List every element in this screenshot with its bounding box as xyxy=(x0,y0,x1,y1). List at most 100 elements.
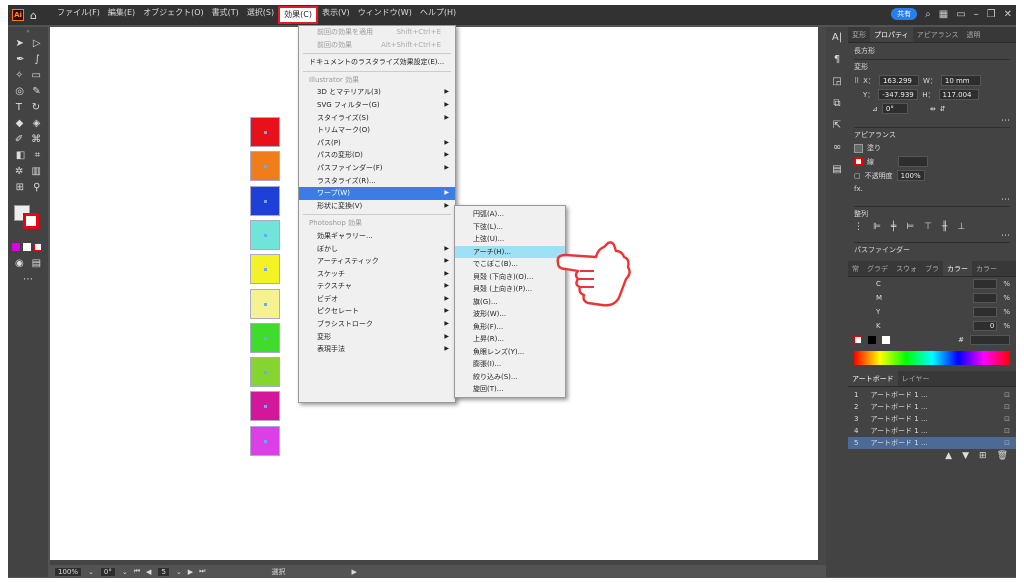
menu-item-1[interactable]: 編集(E) xyxy=(104,6,139,24)
paragraph-icon[interactable]: ¶ xyxy=(826,49,848,71)
flip-horizontal-icon[interactable]: ⇹ xyxy=(930,105,936,113)
magic-wand-icon[interactable]: ✧ xyxy=(15,70,23,81)
menu-item-5[interactable]: 効果(C) xyxy=(278,6,318,24)
fx-button[interactable]: fx. xyxy=(854,185,1010,193)
fill-stroke-widget[interactable] xyxy=(14,205,40,229)
artboard-panel-tab[interactable]: アートボード xyxy=(848,371,898,386)
align-to-icon[interactable]: ⋮ xyxy=(854,222,863,232)
doc-raster-settings-item[interactable]: ドキュメントのラスタライズ効果設定(E)... xyxy=(299,56,455,69)
gradient-tool-icon[interactable]: ◧ xyxy=(16,150,25,161)
page-dropdown-icon[interactable]: ⌄ xyxy=(176,568,182,576)
warp-item[interactable]: 下弦(L)... xyxy=(455,221,565,234)
more-options-icon[interactable]: ⋯ xyxy=(854,117,1010,126)
effect-menu-item[interactable]: SVG フィルター(G) ▶ xyxy=(299,99,455,112)
artboard-options-icon[interactable]: ⊡ xyxy=(1004,389,1010,401)
symbol-sprayer-icon[interactable]: ✲ xyxy=(15,166,23,177)
home-icon[interactable]: ⌂ xyxy=(30,9,37,22)
paint-bucket-icon[interactable]: ◆ xyxy=(16,118,24,129)
arrange-documents-icon[interactable]: ▦ xyxy=(939,9,948,20)
effect-menu-item[interactable]: パスの変形(D) ▶ xyxy=(299,149,455,162)
artboard-options-icon[interactable]: ⊡ xyxy=(1004,401,1010,413)
rotate-dropdown-icon[interactable]: ⌄ xyxy=(122,568,128,576)
color-mode-icon[interactable] xyxy=(12,243,20,251)
color-swatch[interactable] xyxy=(250,322,280,353)
color-panel-tab[interactable]: グラデ xyxy=(863,261,892,276)
reference-point-icon[interactable]: ⠿ xyxy=(854,77,859,85)
minimize-icon[interactable]: – xyxy=(974,9,979,20)
warp-item[interactable]: 波形(W)... xyxy=(455,308,565,321)
gradient-mode-icon[interactable] xyxy=(23,243,31,251)
first-page-icon[interactable]: ⏮ xyxy=(134,567,140,576)
artboard-tool-icon[interactable]: ⊞ xyxy=(16,182,24,193)
menu-item-3[interactable]: 書式(T) xyxy=(208,6,243,24)
blend-tool-icon[interactable]: ⌘ xyxy=(31,134,41,145)
color-swatch[interactable] xyxy=(250,151,280,182)
menu-item-6[interactable]: 表示(V) xyxy=(318,6,354,24)
vertical-scrollbar[interactable] xyxy=(818,27,826,565)
export-icon[interactable]: ⇱ xyxy=(826,115,848,137)
screen-mode-icon[interactable]: ▤ xyxy=(32,258,41,269)
eyedropper-icon[interactable]: ✐ xyxy=(15,134,23,145)
align-left-icon[interactable]: ⊫ xyxy=(873,222,881,232)
close-icon[interactable]: ✕ xyxy=(1004,9,1012,20)
effect-menu-item[interactable]: スケッチ ▶ xyxy=(299,268,455,281)
status-arrow-icon[interactable]: ▶ xyxy=(351,568,356,576)
graph-tool-icon[interactable]: ▥ xyxy=(32,166,41,177)
effect-menu-item[interactable]: ブラシストローク ▶ xyxy=(299,318,455,331)
cmyk-field[interactable]: 0 xyxy=(973,321,998,331)
artboard-options-icon[interactable]: ⊡ xyxy=(1004,437,1010,449)
mesh-tool-icon[interactable]: ⌗ xyxy=(35,150,41,161)
fill-swatch-icon[interactable] xyxy=(854,143,863,153)
align-center-icon[interactable]: ╪ xyxy=(891,222,896,232)
curvature-tool-icon[interactable]: ∫ xyxy=(35,54,40,65)
panel-tab[interactable]: プロパティ xyxy=(870,27,913,42)
new-artboard-icon[interactable]: ⊞ xyxy=(979,451,987,461)
white-swatch-icon[interactable] xyxy=(882,336,890,344)
warp-item[interactable]: 円弧(A)... xyxy=(455,208,565,221)
color-panel-tab[interactable]: スウォ xyxy=(892,261,921,276)
warp-item[interactable]: 魚形(F)... xyxy=(455,321,565,334)
page-field[interactable]: 5 xyxy=(157,566,170,577)
warp-item[interactable]: 膨張(I)... xyxy=(455,358,565,371)
effect-menu-item[interactable]: 効果ギャラリー... xyxy=(299,230,455,243)
effect-menu-item[interactable]: ラスタライズ(R)... xyxy=(299,175,455,188)
effect-menu-item[interactable]: パス(P) ▶ xyxy=(299,137,455,150)
h-field[interactable]: 117.004 xyxy=(938,89,979,100)
w-field[interactable]: 10 mm xyxy=(940,75,981,86)
effect-menu-item[interactable]: ピクセレート ▶ xyxy=(299,305,455,318)
zoom-dropdown-icon[interactable]: ⌄ xyxy=(88,568,94,576)
artboard-panel-tab[interactable]: レイヤー xyxy=(898,371,934,386)
artboards-icon[interactable]: ⧉ xyxy=(826,93,848,115)
color-swatch[interactable] xyxy=(250,117,280,147)
direct-selection-tool-icon[interactable]: ▷ xyxy=(33,38,41,49)
color-panel-tab[interactable]: カラー xyxy=(943,261,972,276)
menu-item-0[interactable]: ファイル(F) xyxy=(53,6,104,24)
warp-item[interactable]: 絞り込み(S)... xyxy=(455,371,565,384)
move-down-icon[interactable]: ▼ xyxy=(962,451,969,461)
effect-menu-item[interactable]: 形状に変換(V) ▶ xyxy=(299,200,455,213)
move-up-icon[interactable]: ▲ xyxy=(945,451,952,461)
color-spectrum[interactable] xyxy=(854,351,1010,365)
stroke-weight-field[interactable] xyxy=(898,156,928,167)
color-swatch[interactable] xyxy=(250,357,280,388)
artboard-options-icon[interactable]: ⊡ xyxy=(1004,425,1010,437)
align-more-icon[interactable]: ⋯ xyxy=(854,232,1010,241)
collapse-icon[interactable]: « xyxy=(26,28,30,35)
color-panel-tab[interactable]: 常 xyxy=(848,261,863,276)
pencil-tool-icon[interactable]: ✎ xyxy=(32,86,40,97)
rotate-field[interactable]: 0° xyxy=(99,566,116,577)
next-page-icon[interactable]: ▶ xyxy=(188,568,193,576)
zoom-field[interactable]: 100% xyxy=(54,566,83,577)
warp-item[interactable]: アーチ(H)... xyxy=(455,245,565,258)
menu-item-2[interactable]: オブジェクト(O) xyxy=(139,6,208,24)
zoom-tool-icon[interactable]: ⚲ xyxy=(33,182,40,193)
artboard-row[interactable]: 3 アートボード 1 ... ⊡ xyxy=(848,413,1016,425)
hex-field[interactable] xyxy=(970,335,1010,345)
stroke-swatch-icon[interactable] xyxy=(854,157,863,166)
align-top-icon[interactable]: ⊤ xyxy=(924,222,932,232)
menu-item-4[interactable]: 選択(S) xyxy=(243,6,278,24)
artboard-row[interactable]: 1 アートボード 1 ... ⊡ xyxy=(848,389,1016,401)
artboard-row[interactable]: 5 アートボード 1 ... ⊡ xyxy=(848,437,1016,449)
restore-icon[interactable]: ❐ xyxy=(987,9,996,20)
opacity-field[interactable]: 100% xyxy=(896,170,925,181)
